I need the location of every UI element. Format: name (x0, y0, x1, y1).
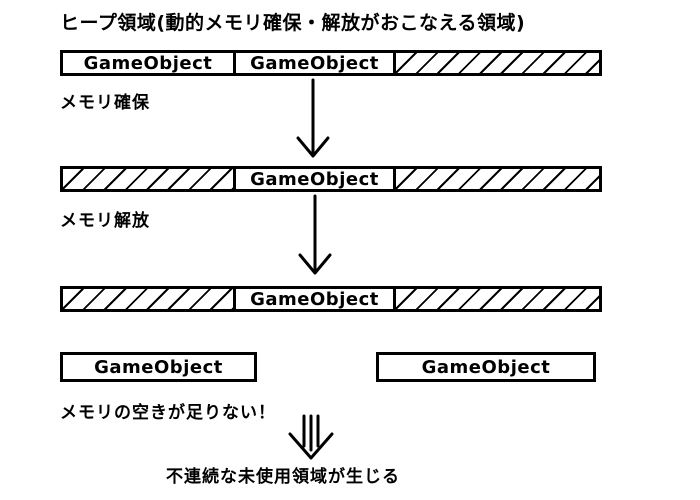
down-arrow-icon (298, 194, 332, 275)
caption-result: 不連続な未使用領域が生じる (166, 467, 400, 487)
double-down-arrow-icon (288, 414, 334, 460)
arrows-layer (288, 78, 334, 460)
down-arrow-icon (296, 78, 330, 158)
